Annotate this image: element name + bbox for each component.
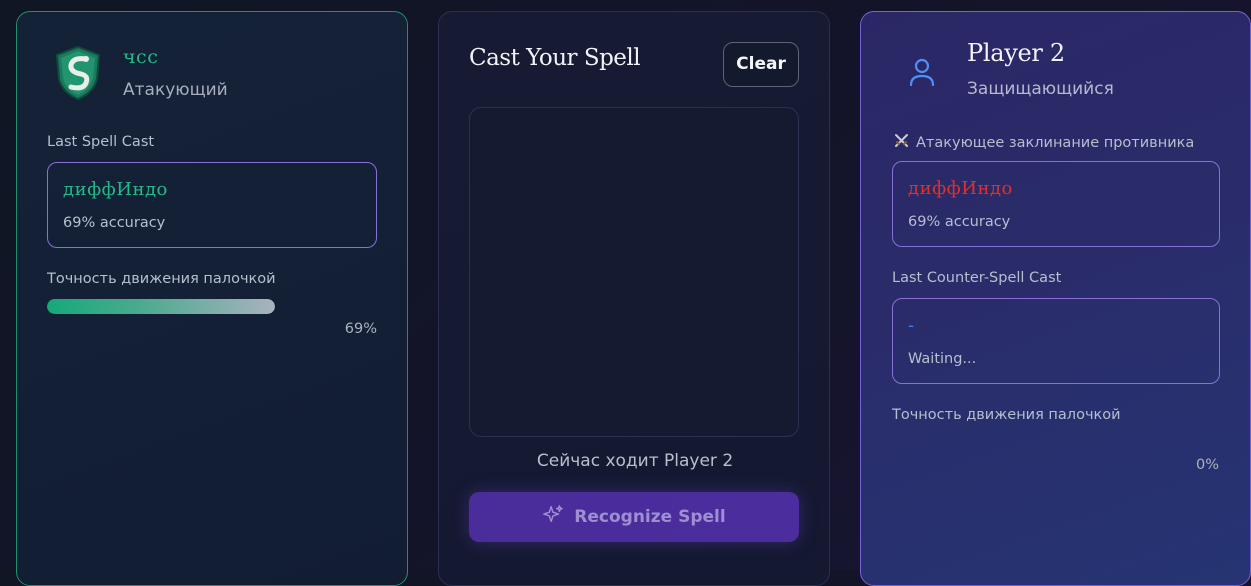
wand-accuracy-bar bbox=[47, 299, 275, 314]
player1-panel: чсс Атакующий Last Spell Cast диффИндо 6… bbox=[16, 11, 408, 586]
player2-role: Защищающийся bbox=[967, 79, 1114, 99]
wand-accuracy-label: Точность движения палочкой bbox=[892, 407, 1121, 423]
last-spell-card: диффИндо 69% accuracy bbox=[47, 162, 377, 248]
crossed-swords-icon bbox=[893, 132, 910, 153]
cast-panel: Cast Your Spell Clear Сейчас ходит Playe… bbox=[438, 11, 830, 586]
cast-title: Cast Your Spell bbox=[469, 45, 641, 71]
sparkles-icon bbox=[542, 504, 564, 531]
counter-spell-status: Waiting... bbox=[908, 351, 977, 367]
player1-name: чсс bbox=[123, 46, 159, 68]
wand-accuracy-label: Точность движения палочкой bbox=[47, 271, 276, 287]
last-spell-name: диффИндо bbox=[63, 179, 168, 200]
opponent-spell-label: Атакующее заклинание противника bbox=[893, 132, 1194, 153]
recognize-spell-button[interactable]: Recognize Spell bbox=[469, 492, 799, 542]
player1-role: Атакующий bbox=[123, 80, 228, 100]
opponent-spell-accuracy: 69% accuracy bbox=[908, 214, 1011, 230]
counter-spell-card: - Waiting... bbox=[892, 298, 1220, 384]
player2-name: Player 2 bbox=[967, 39, 1065, 67]
wand-accuracy-percent: 69% bbox=[344, 321, 377, 337]
wand-accuracy-percent: 0% bbox=[1195, 457, 1219, 473]
last-spell-accuracy: 69% accuracy bbox=[63, 215, 166, 231]
counter-spell-name: - bbox=[908, 315, 915, 336]
counter-spell-label: Last Counter-Spell Cast bbox=[892, 270, 1062, 286]
recognize-spell-label: Recognize Spell bbox=[574, 507, 726, 527]
user-icon bbox=[909, 57, 935, 87]
opponent-spell-name: диффИндо bbox=[908, 178, 1013, 199]
clear-button[interactable]: Clear bbox=[723, 42, 799, 87]
turn-indicator: Сейчас ходит Player 2 bbox=[536, 451, 734, 471]
player2-panel: Player 2 Защищающийся Атакующее заклинан… bbox=[860, 11, 1251, 586]
serpent-crest-icon bbox=[53, 45, 103, 101]
spell-drawing-canvas[interactable] bbox=[469, 107, 799, 437]
opponent-spell-label-text: Атакующее заклинание противника bbox=[916, 134, 1195, 151]
wand-accuracy-fill bbox=[47, 299, 275, 314]
opponent-spell-card: диффИндо 69% accuracy bbox=[892, 161, 1220, 247]
last-spell-label: Last Spell Cast bbox=[47, 134, 155, 150]
